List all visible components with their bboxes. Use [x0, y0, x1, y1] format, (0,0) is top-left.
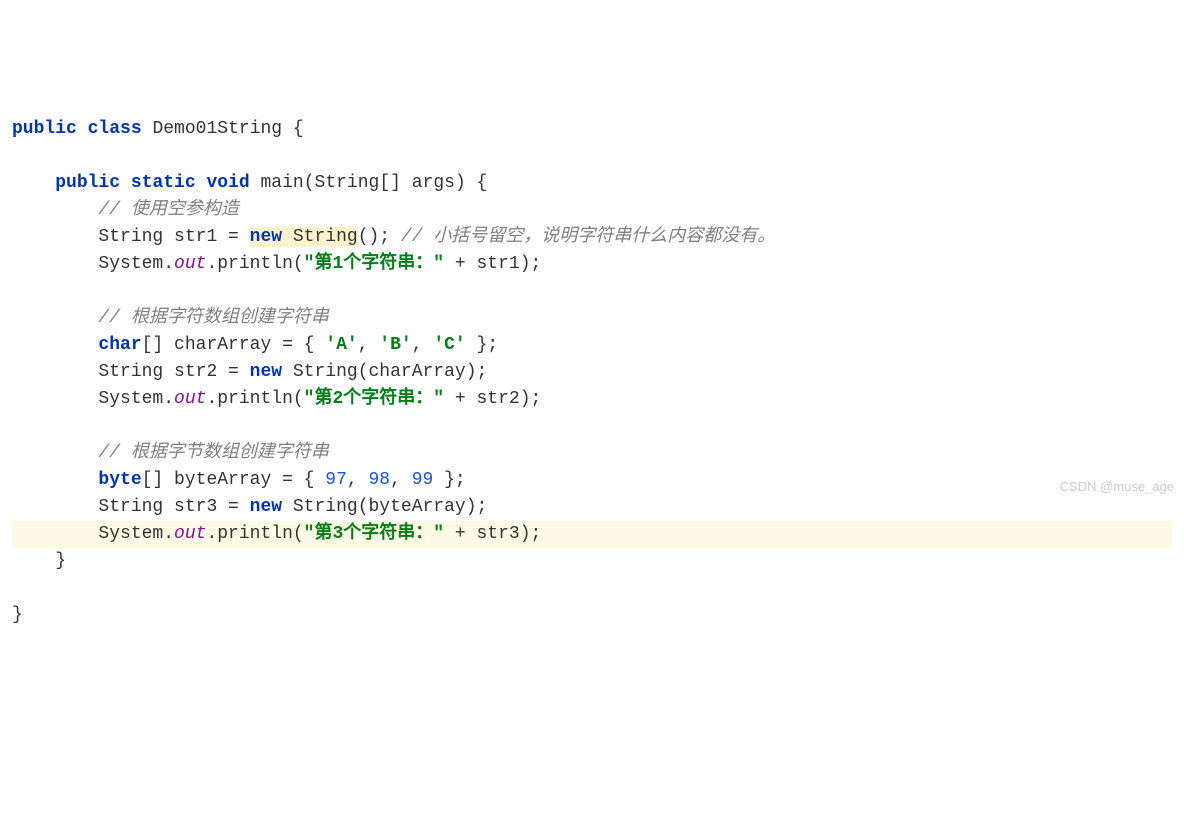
char-literal: 'C': [433, 335, 465, 355]
code-text: .println(: [206, 254, 303, 274]
code-text: ,: [347, 470, 369, 490]
class-name: Demo01String: [152, 119, 282, 139]
brace-close: }: [12, 605, 23, 625]
brace-close: }: [55, 551, 66, 571]
code-text: + str2);: [444, 389, 541, 409]
watermark: CSDN @muse_age: [1060, 477, 1174, 497]
char-literal: 'B': [379, 335, 411, 355]
keyword-new: new: [250, 362, 282, 382]
string-literal: "第3个字符串：": [304, 524, 444, 544]
code-text: ,: [390, 470, 412, 490]
string-literal: "第2个字符串：": [304, 389, 444, 409]
char-literal: 'A': [325, 335, 357, 355]
keyword-char: char: [98, 335, 141, 355]
code-text: String str3 =: [98, 497, 249, 517]
code-text: (byteArray);: [358, 497, 488, 517]
field-out: out: [174, 254, 206, 274]
code-text: };: [433, 470, 465, 490]
keyword-public: public: [55, 173, 120, 193]
comment-line: // 使用空参构造: [98, 200, 238, 220]
keyword-class: class: [88, 119, 142, 139]
keyword-void: void: [206, 173, 249, 193]
method-name: main: [261, 173, 304, 193]
code-text: + str3);: [444, 524, 541, 544]
keyword-new: new: [250, 227, 282, 247]
code-text: + str1);: [444, 254, 541, 274]
number-literal: 98: [369, 470, 391, 490]
highlighted-line: System.out.println("第3个字符串：" + str3);: [12, 521, 1172, 548]
keyword-byte: byte: [98, 470, 141, 490]
code-block: public class Demo01String { public stati…: [12, 116, 1172, 629]
code-text: (charArray);: [358, 362, 488, 382]
number-literal: 97: [325, 470, 347, 490]
code-text: ,: [358, 335, 380, 355]
code-text: [] charArray = {: [142, 335, 326, 355]
method-params: (String[] args) {: [304, 173, 488, 193]
code-text: ,: [412, 335, 434, 355]
keyword-public: public: [12, 119, 77, 139]
keyword-static: static: [131, 173, 196, 193]
code-text: };: [466, 335, 498, 355]
comment-line: // 小括号留空，说明字符串什么内容都没有。: [401, 227, 775, 247]
code-text: .println(: [206, 389, 303, 409]
code-text: System.: [98, 524, 174, 544]
code-text: System.: [98, 389, 174, 409]
number-literal: 99: [412, 470, 434, 490]
type-name: String: [282, 497, 358, 517]
type-name: String: [282, 362, 358, 382]
code-text: System.: [98, 254, 174, 274]
field-out: out: [174, 389, 206, 409]
brace-open: {: [282, 119, 304, 139]
field-out: out: [174, 524, 206, 544]
code-text: .println(: [206, 524, 303, 544]
code-text: String str1 =: [98, 227, 249, 247]
code-text: [] byteArray = {: [142, 470, 326, 490]
type-name: String: [282, 227, 358, 247]
string-literal: "第1个字符串：": [304, 254, 444, 274]
code-text: ();: [358, 227, 401, 247]
comment-line: // 根据字节数组创建字符串: [98, 443, 328, 463]
code-text: String str2 =: [98, 362, 249, 382]
keyword-new: new: [250, 497, 282, 517]
comment-line: // 根据字符数组创建字符串: [98, 308, 328, 328]
